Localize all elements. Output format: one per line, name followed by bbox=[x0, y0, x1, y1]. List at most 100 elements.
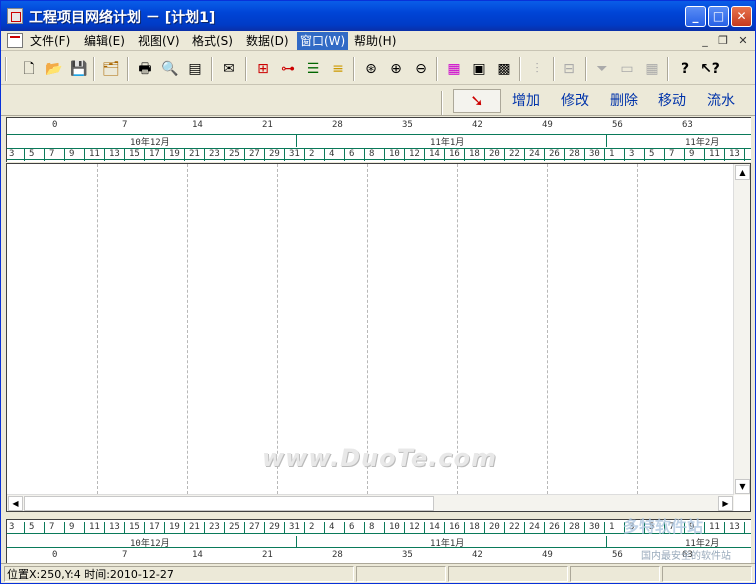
ruler-tick bbox=[524, 149, 525, 161]
horizontal-scrollbar[interactable]: ◀ ▶ bbox=[7, 494, 734, 511]
ruler-day-label: 14 bbox=[429, 522, 440, 532]
ruler-day-label: 22 bbox=[509, 522, 520, 532]
gantt-icon[interactable]: ☰ bbox=[303, 59, 323, 79]
ruler-day-label: 12 bbox=[409, 522, 420, 532]
mail-icon[interactable]: ✉ bbox=[219, 59, 239, 79]
ruler-day-label: 29 bbox=[269, 149, 280, 159]
ruler-day-label: 11 bbox=[89, 522, 100, 532]
ruler-week-label: 28 bbox=[332, 550, 343, 560]
menu-view[interactable]: 视图(V) bbox=[135, 32, 183, 50]
menu-help[interactable]: 帮助(H) bbox=[351, 32, 399, 50]
ruler-day-label: 4 bbox=[329, 522, 335, 532]
calendar-icon[interactable]: ▩ bbox=[494, 59, 514, 79]
vertical-scrollbar[interactable]: ▲ ▼ bbox=[733, 164, 750, 495]
mdi-restore-icon[interactable]: ❐ bbox=[715, 33, 731, 49]
ruler-tick bbox=[44, 149, 45, 161]
delete-button[interactable]: 删除 bbox=[610, 90, 638, 112]
ruler-day-label: 15 bbox=[129, 522, 140, 532]
ruler-tick bbox=[144, 522, 145, 534]
toolbar-grip bbox=[5, 57, 7, 81]
ruler-tick bbox=[704, 149, 705, 161]
ruler-week-label: 35 bbox=[402, 550, 413, 560]
page-setup-icon[interactable]: ▤ bbox=[185, 59, 205, 79]
zoom-fit-icon[interactable]: ⊛ bbox=[361, 59, 381, 79]
zoom-in-icon[interactable]: ⊕ bbox=[386, 59, 406, 79]
watermark-logo: 多特软件站 bbox=[623, 517, 704, 536]
ruler-tick bbox=[424, 149, 425, 161]
ruler-tick bbox=[144, 149, 145, 161]
menu-data[interactable]: 数据(D) bbox=[243, 32, 292, 50]
ruler-day-label: 12 bbox=[409, 149, 420, 159]
main-toolbar: 🗋 📂 💾 🗂 🖶 🔍 ▤ ✉ ⊞ ⊶ ☰ ≡ ⊛ ⊕ ⊖ ▦ ▣ ▩ ⫶ ⊟ … bbox=[1, 52, 755, 85]
modify-button[interactable]: 修改 bbox=[561, 90, 589, 112]
ruler-day-label: 10 bbox=[389, 149, 400, 159]
ruler-month-label: 10年12月 bbox=[130, 138, 170, 148]
ruler-day-label: 11 bbox=[709, 522, 720, 532]
scroll-down-icon[interactable]: ▼ bbox=[735, 479, 750, 494]
grid-line bbox=[637, 164, 638, 494]
bar-icon[interactable]: ≡ bbox=[328, 59, 348, 79]
move-button[interactable]: 移动 bbox=[658, 90, 686, 112]
scroll-thumb[interactable] bbox=[24, 496, 434, 511]
menu-file[interactable]: 文件(F) bbox=[27, 32, 73, 50]
scroll-up-icon[interactable]: ▲ bbox=[735, 165, 750, 180]
network-diagram-icon[interactable]: ⊞ bbox=[253, 59, 273, 79]
ruler-day-label: 28 bbox=[569, 149, 580, 159]
ruler-tick bbox=[544, 149, 545, 161]
ruler-day-label: 20 bbox=[489, 149, 500, 159]
ruler-tick bbox=[624, 149, 625, 161]
ruler-tick bbox=[364, 149, 365, 161]
window-title: 工程项目网络计划 － [计划1] bbox=[29, 10, 216, 26]
toolbar-separator bbox=[127, 57, 129, 81]
scroll-left-icon[interactable]: ◀ bbox=[8, 496, 23, 511]
ruler-tick bbox=[64, 149, 65, 161]
add-button[interactable]: 增加 bbox=[512, 90, 540, 112]
ruler-tick bbox=[584, 522, 585, 534]
menu-window[interactable]: 窗口(W) bbox=[297, 32, 349, 50]
diagram-canvas[interactable]: www.DuoTe.com ▲ ▼ ◀ ▶ bbox=[6, 163, 751, 512]
ruler-tick bbox=[264, 149, 265, 161]
ruler-day-label: 27 bbox=[249, 522, 260, 532]
document-icon[interactable] bbox=[7, 33, 23, 48]
scroll-right-icon[interactable]: ▶ bbox=[718, 496, 733, 511]
report-icon[interactable]: ▣ bbox=[469, 59, 489, 79]
ruler-week-label: 21 bbox=[262, 550, 273, 560]
ruler-tick bbox=[104, 522, 105, 534]
minimize-button[interactable]: _ bbox=[685, 6, 706, 27]
ruler-day-label: 11 bbox=[709, 149, 720, 159]
ruler-day-label: 3 bbox=[629, 149, 635, 159]
open-folder-icon[interactable]: 📂 bbox=[44, 59, 64, 79]
ruler-tick bbox=[604, 522, 605, 534]
ruler-tick bbox=[744, 522, 745, 534]
save-icon[interactable]: 💾 bbox=[69, 59, 89, 79]
pointer-icon[interactable]: ➘ bbox=[453, 89, 501, 113]
ruler-day-label: 15 bbox=[129, 149, 140, 159]
menu-format[interactable]: 格式(S) bbox=[189, 32, 236, 50]
flow-button[interactable]: 流水 bbox=[707, 90, 735, 112]
mdi-minimize-icon[interactable]: _ bbox=[697, 33, 713, 49]
ruler-day-label: 9 bbox=[689, 149, 695, 159]
colors-icon[interactable]: ▦ bbox=[444, 59, 464, 79]
ruler-week-label: 14 bbox=[192, 550, 203, 560]
print-icon[interactable]: 🖶 bbox=[135, 59, 155, 79]
maximize-button[interactable]: □ bbox=[708, 6, 729, 27]
toolbar-separator bbox=[353, 57, 355, 81]
new-file-icon[interactable]: 🗋 bbox=[19, 59, 39, 79]
ruler-tick bbox=[544, 522, 545, 534]
close-button[interactable]: ✕ bbox=[731, 6, 752, 27]
ruler-day-label: 20 bbox=[489, 522, 500, 532]
ruler-tick bbox=[404, 522, 405, 534]
branch-diagram-icon[interactable]: ⊶ bbox=[278, 59, 298, 79]
properties-icon[interactable]: 🗂 bbox=[101, 59, 121, 79]
mdi-close-icon[interactable]: ✕ bbox=[735, 33, 751, 49]
context-help-icon[interactable]: ↖? bbox=[700, 59, 720, 79]
ruler-tick bbox=[444, 522, 445, 534]
help-icon[interactable]: ? bbox=[675, 59, 695, 79]
zoom-out-icon[interactable]: ⊖ bbox=[411, 59, 431, 79]
print-preview-icon[interactable]: 🔍 bbox=[160, 59, 180, 79]
ruler-day-label: 25 bbox=[229, 149, 240, 159]
grid-line bbox=[547, 164, 548, 494]
ruler-week-label: 35 bbox=[402, 120, 413, 130]
status-panel bbox=[570, 566, 660, 582]
menu-edit[interactable]: 编辑(E) bbox=[81, 32, 128, 50]
